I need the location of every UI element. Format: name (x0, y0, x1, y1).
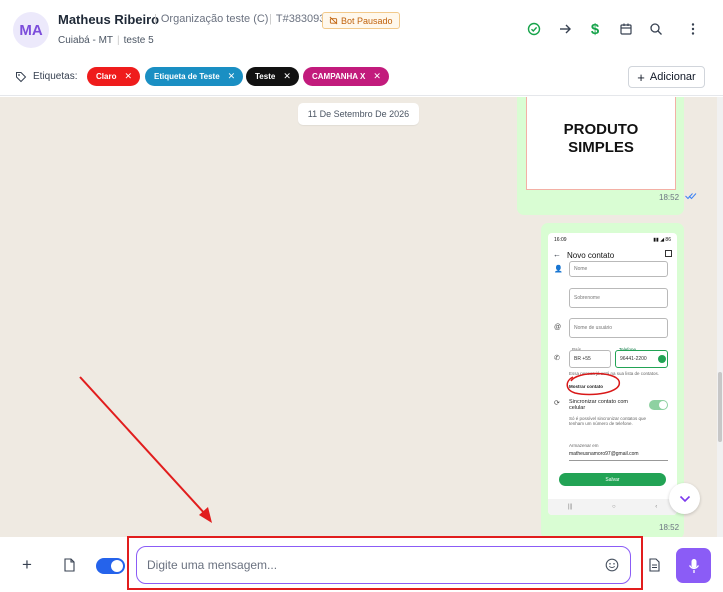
recents-icon: ||| (567, 504, 573, 510)
divider (569, 460, 668, 461)
phone-account-value: matheusnamoro97@gmail.com (569, 451, 639, 457)
add-tag-button[interactable]: + Adicionar (628, 66, 705, 88)
file-icon (64, 558, 75, 572)
sync-icon: ⟳ (554, 400, 560, 407)
phone-screen-title: Novo contato (567, 251, 615, 260)
tag-label: CAMPANHA X (312, 72, 366, 81)
phone-save-button: Salvar (559, 473, 666, 486)
image-text: PRODUTO (563, 121, 639, 138)
image-text: SIMPLES (568, 139, 634, 156)
date-separator: 11 De Setembro De 2026 (298, 103, 419, 125)
contact-name[interactable]: Matheus Ribeiro (58, 12, 159, 27)
tag-label: Teste (255, 72, 276, 81)
phone-username-field: Nome de usuário (569, 318, 668, 338)
separator: | (269, 13, 272, 25)
person-icon: 👤 (554, 266, 563, 273)
search-icon (650, 23, 662, 35)
message-input[interactable] (136, 546, 631, 584)
transfer-button[interactable] (556, 20, 574, 38)
outgoing-message[interactable]: PRODUTO SIMPLES 18:52 (517, 97, 697, 215)
phone-sync-toggle (649, 400, 668, 410)
template-button[interactable] (646, 557, 662, 573)
message-composer: + (0, 537, 723, 592)
check-circle-icon (527, 22, 541, 36)
separator: | (117, 35, 120, 46)
calendar-icon (620, 23, 632, 35)
remove-tag-icon[interactable]: ✕ (228, 71, 236, 82)
tag-claro[interactable]: Claro ✕ (87, 67, 140, 86)
organization-info: | Organização teste (C) (150, 13, 268, 25)
search-button[interactable] (647, 20, 665, 38)
remove-tag-icon[interactable]: ✕ (283, 71, 291, 82)
message-image[interactable]: PRODUTO SIMPLES (526, 97, 676, 190)
phone-status-time: 16:09 (554, 237, 567, 243)
chat-header: MA Matheus Ribeiro | Organização teste (C… (0, 0, 723, 60)
phone-status-icons: ▮▮ ◢ 86 (653, 237, 671, 243)
tag-icon (16, 72, 27, 83)
message-time: 18:52 (659, 523, 680, 532)
tags-label: Etiquetas: (33, 71, 78, 82)
more-options-button[interactable] (684, 20, 702, 38)
message-time: 18:52 (659, 193, 680, 202)
microphone-icon (688, 558, 699, 573)
emoji-icon (605, 558, 619, 572)
phone-sync-description: Só é possível sincronizar contatos que t… (569, 416, 647, 426)
phone-icon: ✆ (554, 355, 560, 362)
chat-scrollbar[interactable] (717, 97, 723, 537)
chat-messages-area[interactable]: 11 De Setembro De 2026 PRODUTO SIMPLES 1… (0, 97, 717, 537)
signature-toggle[interactable] (96, 558, 125, 574)
schedule-button[interactable] (617, 20, 635, 38)
back-arrow-icon: ← (553, 250, 561, 259)
ticket-number: T#383093 (275, 13, 326, 25)
remove-tag-icon[interactable]: ✕ (373, 71, 381, 82)
add-tag-label: Adicionar (649, 71, 696, 83)
more-vertical-icon (691, 23, 695, 35)
resolve-ticket-button[interactable] (525, 20, 543, 38)
contact-queue: teste 5 (123, 35, 154, 46)
contact-location: Cuiabá - MT | teste 5 (58, 35, 154, 46)
document-icon (649, 558, 660, 572)
tag-label: Claro (96, 72, 117, 81)
emoji-button[interactable] (604, 557, 620, 573)
contact-city: Cuiabá - MT (58, 35, 114, 46)
payment-button[interactable]: $ (586, 20, 604, 38)
at-icon: @ (554, 324, 562, 331)
chevron-down-icon (679, 495, 690, 502)
separator: | (154, 13, 157, 25)
double-check-icon (685, 193, 697, 200)
attach-button[interactable]: + (19, 555, 35, 574)
organization-name: Organização teste (C) (160, 13, 269, 25)
tag-label: Etiqueta de Teste (154, 72, 220, 81)
phone-country-field: BR +55 (569, 350, 611, 368)
phone-surname-field: Sobrenome (569, 288, 668, 308)
avatar[interactable]: MA (13, 12, 49, 48)
phone-account-label: Armazenar em (569, 443, 599, 448)
outgoing-message[interactable]: 16:09 ▮▮ ◢ 86 ← Novo contato 👤 Nome Sobr… (541, 223, 684, 537)
tag-etiqueta-de-teste[interactable]: Etiqueta de Teste ✕ (145, 67, 244, 86)
check-icon (658, 355, 666, 363)
phone-sync-title: Sincronizar contato com celular (569, 399, 628, 411)
qr-code-icon (665, 250, 672, 257)
remove-tag-icon[interactable]: ✕ (124, 71, 132, 82)
home-icon: ○ (612, 504, 616, 510)
bot-status-badge[interactable]: Bot Pausado (322, 12, 400, 29)
bot-status-label: Bot Pausado (341, 15, 393, 26)
plus-icon: + (637, 69, 645, 85)
phone-nav-bar: ||| ○ ‹ (548, 499, 677, 515)
bot-paused-icon (329, 16, 338, 25)
phone-name-field: Nome (569, 261, 668, 277)
dollar-icon: $ (590, 20, 600, 38)
ticket-info: | T#383093 (265, 13, 325, 25)
tag-campanha-x[interactable]: CAMPANHA X ✕ (303, 67, 389, 86)
tag-teste[interactable]: Teste ✕ (246, 67, 299, 86)
scroll-to-bottom-button[interactable] (669, 483, 700, 514)
record-audio-button[interactable] (676, 548, 711, 583)
scrollbar-thumb[interactable] (718, 372, 722, 442)
hand-drawn-circle (566, 372, 620, 396)
tags-bar: Etiquetas: Claro ✕ Etiqueta de Teste ✕ Tes… (0, 60, 723, 96)
back-icon: ‹ (655, 504, 658, 510)
file-button[interactable] (61, 557, 77, 573)
arrow-right-icon (560, 24, 571, 34)
plus-icon: + (22, 555, 32, 574)
